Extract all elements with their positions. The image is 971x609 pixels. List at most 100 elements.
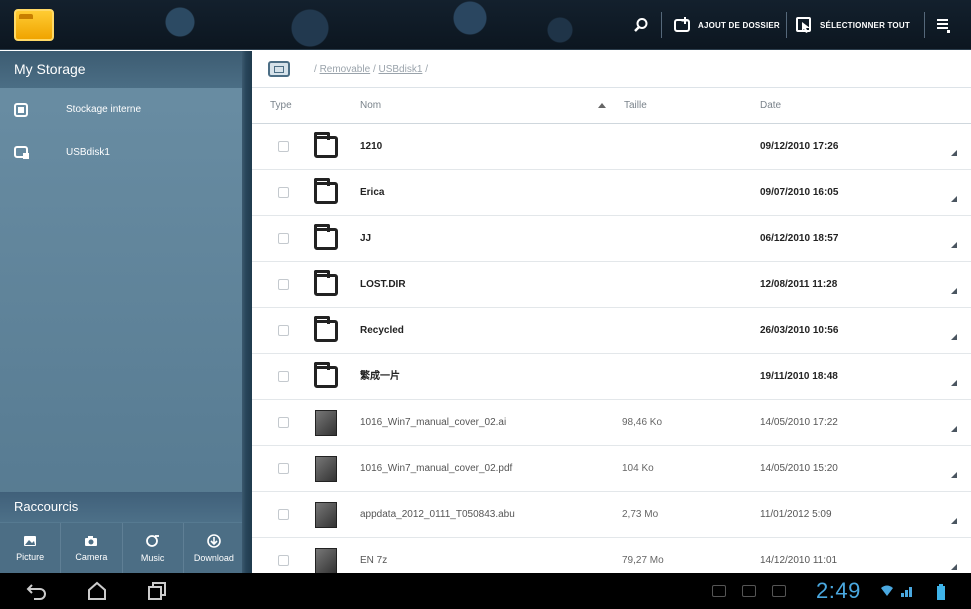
file-date: 14/05/2010 15:20 xyxy=(760,463,838,474)
sidebar-item-internal-storage[interactable]: Stockage interne xyxy=(0,88,244,131)
picture-icon xyxy=(23,535,37,549)
row-options-icon[interactable] xyxy=(951,564,957,570)
camera-icon xyxy=(84,535,98,549)
row-options-icon[interactable] xyxy=(951,196,957,202)
file-icon xyxy=(315,456,337,482)
search-button[interactable] xyxy=(632,12,650,38)
table-row[interactable]: 1016_Win7_manual_cover_02.pdf 104 Ko 14/05… xyxy=(252,446,971,492)
file-date: 11/01/2012 5:09 xyxy=(760,509,832,520)
add-folder-button[interactable]: AJOUT DE DOSSIER xyxy=(674,12,780,38)
shortcut-picture[interactable]: Picture xyxy=(0,523,62,573)
column-header-type[interactable]: Type xyxy=(270,88,292,124)
folder-icon xyxy=(314,270,338,296)
file-date: 09/12/2010 17:26 xyxy=(760,141,839,152)
row-checkbox[interactable] xyxy=(278,279,289,290)
row-options-icon[interactable] xyxy=(951,288,957,294)
shortcut-music[interactable]: Music xyxy=(123,523,184,573)
column-header-date[interactable]: Date xyxy=(760,88,781,124)
table-row[interactable]: LOST.DIR 12/08/2011 11:28 xyxy=(252,262,971,308)
internal-storage-icon xyxy=(14,101,44,119)
sidebar-title: My Storage xyxy=(0,51,244,88)
row-checkbox[interactable] xyxy=(278,509,289,520)
row-checkbox[interactable] xyxy=(278,371,289,382)
table-header: Type Nom Taille Date xyxy=(252,88,971,124)
file-list: 1210 09/12/2010 17:26 Erica 09/07/2010 16:0… xyxy=(252,124,971,584)
file-date: 12/08/2011 11:28 xyxy=(760,279,838,290)
folder-icon xyxy=(314,224,338,250)
file-size: 2,73 Mo xyxy=(622,509,659,520)
row-options-icon[interactable] xyxy=(951,472,957,478)
row-options-icon[interactable] xyxy=(951,380,957,386)
search-icon xyxy=(632,16,650,34)
status-clock: 2:49 xyxy=(816,578,861,603)
recent-apps-icon[interactable] xyxy=(146,581,172,601)
usb-disk-icon xyxy=(14,144,44,162)
breadcrumb-usbdisk1[interactable]: USBdisk1 xyxy=(379,64,423,75)
select-all-icon xyxy=(796,16,814,34)
breadcrumb-separator: / xyxy=(314,63,317,75)
file-manager-app: AJOUT DE DOSSIER SÉLECTIONNER TOUT My St… xyxy=(0,0,971,609)
file-name: 繁成一片 xyxy=(360,371,400,382)
folder-icon xyxy=(314,362,338,388)
row-checkbox[interactable] xyxy=(278,555,289,566)
row-options-icon[interactable] xyxy=(951,426,957,432)
divider xyxy=(661,12,662,38)
table-row[interactable]: Erica 09/07/2010 16:05 xyxy=(252,170,971,216)
back-icon[interactable] xyxy=(26,581,52,601)
shortcuts-bar: Picture Camera Music Download xyxy=(0,523,244,573)
shortcut-download[interactable]: Download xyxy=(184,523,244,573)
storage-sidebar: My Storage Stockage interne USBdisk1 Rac… xyxy=(0,51,244,573)
file-list-pane: / Removable / USBdisk1 / Type Nom Taille… xyxy=(252,51,971,584)
file-name: Recycled xyxy=(360,325,404,336)
file-name: 1210 xyxy=(360,141,383,152)
file-size: 98,46 Ko xyxy=(622,417,663,428)
file-icon xyxy=(315,410,337,436)
row-options-icon[interactable] xyxy=(951,150,957,156)
folder-icon xyxy=(314,316,338,342)
file-icon xyxy=(315,502,337,528)
row-options-icon[interactable] xyxy=(951,242,957,248)
usb-notification-icon[interactable] xyxy=(742,585,756,597)
row-options-icon[interactable] xyxy=(951,334,957,340)
select-all-button[interactable]: SÉLECTIONNER TOUT xyxy=(796,12,910,38)
file-name: 1016_Win7_manual_cover_02.ai xyxy=(360,417,507,428)
sidebar-item-usbdisk1[interactable]: USBdisk1 xyxy=(0,131,244,174)
sidebar-item-label: USBdisk1 xyxy=(66,147,110,158)
folder-icon xyxy=(314,132,338,158)
table-row[interactable]: 1210 09/12/2010 17:26 xyxy=(252,124,971,170)
file-name: appdata_2012_0111_T050843.abu xyxy=(360,509,515,520)
row-checkbox[interactable] xyxy=(278,187,289,198)
sort-ascending-icon xyxy=(598,103,606,108)
shortcut-camera[interactable]: Camera xyxy=(61,523,123,573)
table-row[interactable]: 繁成一片 19/11/2010 18:48 xyxy=(252,354,971,400)
file-name: JJ xyxy=(360,233,372,244)
table-row[interactable]: JJ 06/12/2010 18:57 xyxy=(252,216,971,262)
add-folder-label: AJOUT DE DOSSIER xyxy=(698,20,780,30)
column-header-name[interactable]: Nom xyxy=(360,88,381,124)
pane-splitter[interactable] xyxy=(242,51,252,573)
overflow-menu-button[interactable] xyxy=(934,12,952,38)
row-checkbox[interactable] xyxy=(278,233,289,244)
shortcut-label: Download xyxy=(193,552,234,563)
column-header-size[interactable]: Taille xyxy=(624,88,647,124)
row-checkbox[interactable] xyxy=(278,417,289,428)
row-checkbox[interactable] xyxy=(278,463,289,474)
row-options-icon[interactable] xyxy=(951,518,957,524)
table-row[interactable]: appdata_2012_0111_T050843.abu 2,73 Mo 11/0… xyxy=(252,492,971,538)
row-checkbox[interactable] xyxy=(278,325,289,336)
notification-icon[interactable] xyxy=(712,585,726,597)
shortcut-label: Music xyxy=(140,552,165,563)
screenshot-icon[interactable] xyxy=(772,585,786,597)
table-row[interactable]: 1016_Win7_manual_cover_02.ai 98,46 Ko 14/0… xyxy=(252,400,971,446)
row-checkbox[interactable] xyxy=(278,141,289,152)
file-name: 1016_Win7_manual_cover_02.pdf xyxy=(360,463,513,474)
table-row[interactable]: Recycled 26/03/2010 10:56 xyxy=(252,308,971,354)
home-icon[interactable] xyxy=(86,581,112,601)
file-size: 104 Ko xyxy=(622,463,654,474)
file-name: LOST.DIR xyxy=(360,279,406,290)
file-manager-app-icon[interactable] xyxy=(14,9,54,41)
divider xyxy=(924,12,925,38)
add-folder-icon xyxy=(674,16,692,34)
breadcrumb-removable[interactable]: Removable xyxy=(320,64,371,75)
file-icon xyxy=(315,548,337,574)
